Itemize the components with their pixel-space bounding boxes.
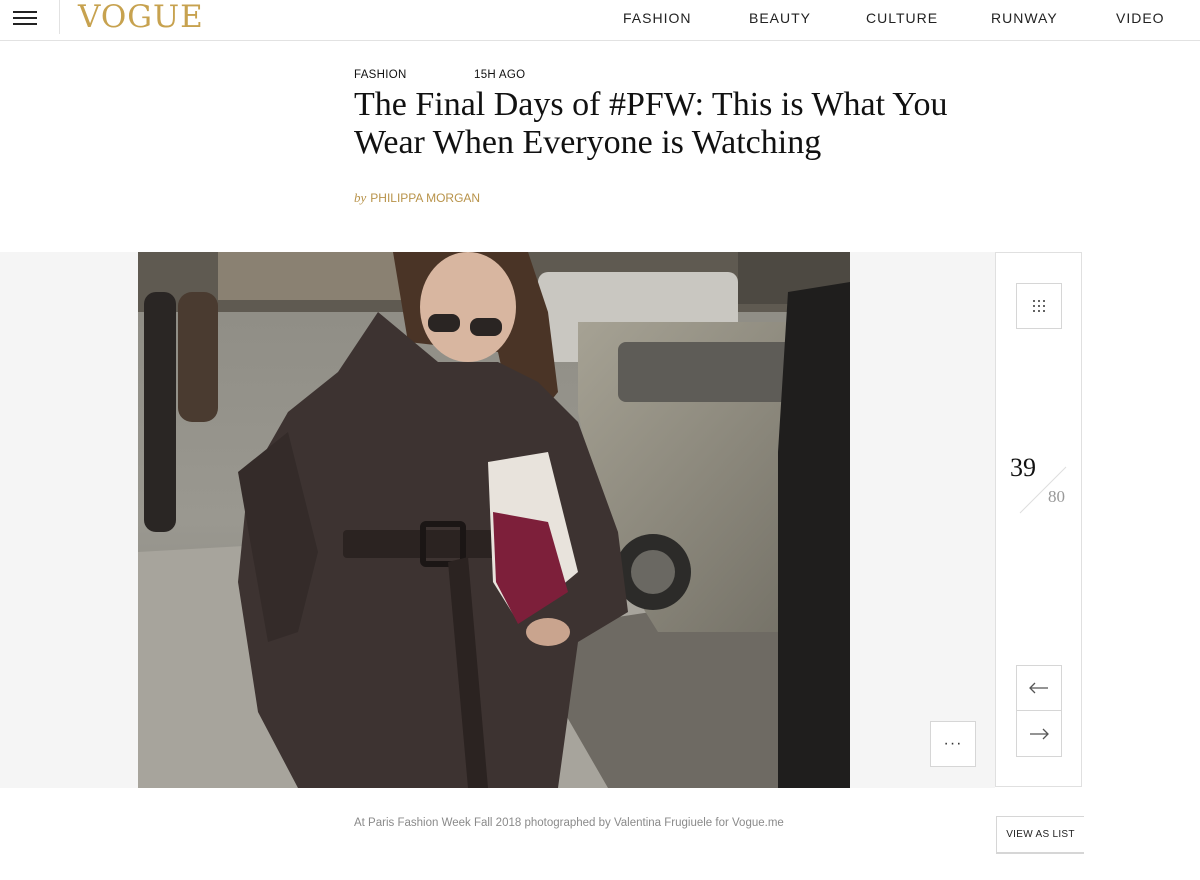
view-as-list-button[interactable]: VIEW AS LIST (996, 816, 1084, 854)
nav-item-beauty[interactable]: BEAUTY (749, 10, 811, 26)
header-divider (59, 0, 60, 34)
author-link[interactable]: PHILIPPA MORGAN (370, 191, 480, 205)
gallery-sidebar: 39 80 (995, 252, 1082, 787)
gallery-photo[interactable] (138, 252, 850, 788)
nav-item-culture[interactable]: CULTURE (866, 10, 938, 26)
next-arrow-glyph (1030, 728, 1049, 739)
hamburger-menu-icon[interactable] (13, 9, 37, 27)
arrow-left-icon[interactable] (1016, 665, 1062, 711)
grid-icon[interactable] (1016, 283, 1062, 329)
article-timestamp: 15H AGO (474, 69, 526, 81)
nav-item-video[interactable]: VIDEO (1116, 10, 1165, 26)
nav-item-fashion[interactable]: FASHION (623, 10, 691, 26)
byline-prefix: by (354, 190, 367, 205)
counter-divider (1019, 466, 1067, 514)
grid-icon-glyph (1033, 300, 1045, 312)
article-category[interactable]: FASHION (354, 69, 407, 81)
prev-arrow-glyph (1029, 682, 1048, 694)
article-title: The Final Days of #PFW: This is What You… (354, 86, 948, 161)
byline: by PHILIPPA MORGAN (354, 190, 480, 206)
nav-item-runway[interactable]: RUNWAY (991, 10, 1058, 26)
street-style-photo-illustration (138, 252, 850, 788)
arrow-right-icon[interactable] (1016, 711, 1062, 757)
more-options-button[interactable]: ··· (930, 721, 976, 767)
slide-counter-total: 80 (1048, 487, 1065, 506)
vogue-logo[interactable]: VOGUE (78, 0, 204, 34)
top-navigation-bar: VOGUE FASHION BEAUTY CULTURE RUNWAY VIDE… (0, 0, 1200, 41)
photo-caption: At Paris Fashion Week Fall 2018 photogra… (354, 817, 784, 829)
